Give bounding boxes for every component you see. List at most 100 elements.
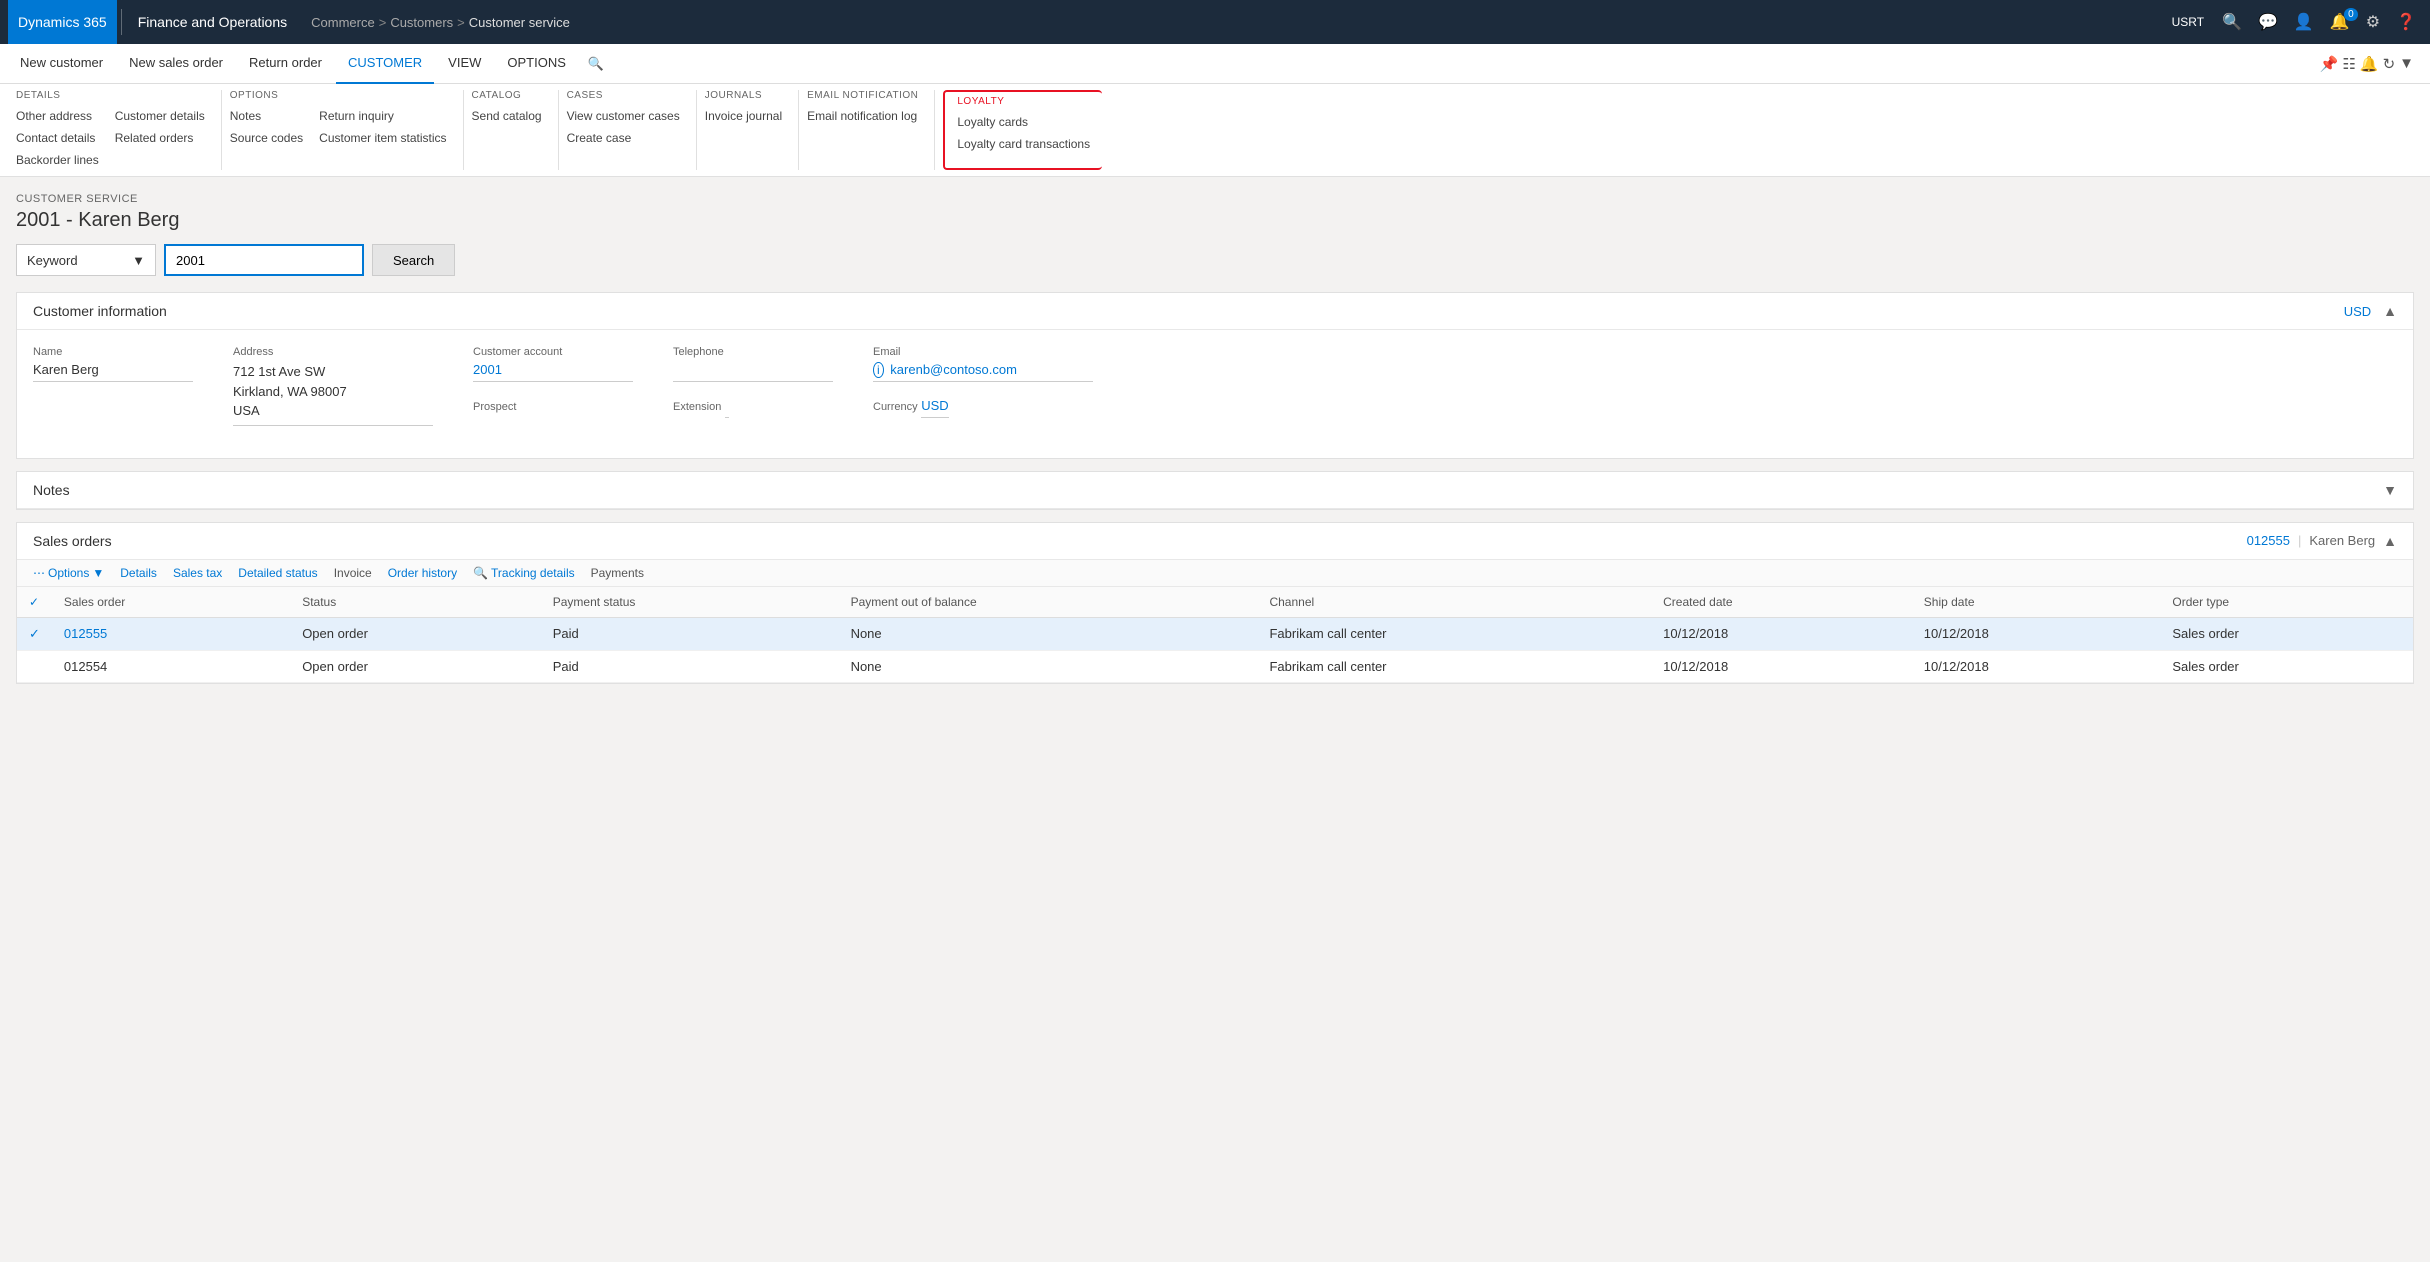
orders-tbody: ✓ 012555 Open order Paid None Fabrikam c…: [17, 617, 2413, 682]
ship-date: 10/12/2018: [1912, 650, 2161, 682]
group-title-options: OPTIONS: [230, 90, 447, 101]
currency-value[interactable]: USD: [921, 398, 948, 418]
row-checkbox[interactable]: [17, 650, 52, 682]
ribbon-item-invoice-journal[interactable]: Invoice journal: [705, 107, 782, 125]
keyword-dropdown[interactable]: Keyword ▼: [16, 244, 156, 276]
ribbon-group-cases: CASES View customer cases Create case: [559, 90, 697, 170]
page-title: 2001 - Karen Berg: [16, 209, 2414, 232]
notifications-icon[interactable]: 🔔 0: [2324, 12, 2356, 32]
name-label: Name: [33, 346, 193, 358]
email-value[interactable]: i karenb@contoso.com: [873, 362, 1093, 382]
address-value: 712 1st Ave SWKirkland, WA 98007USA: [233, 362, 433, 426]
details-action[interactable]: Details: [120, 566, 157, 580]
ribbon-item-source-codes[interactable]: Source codes: [230, 129, 303, 147]
notes-header[interactable]: Notes ▼: [17, 472, 2413, 509]
currency-label: Currency: [873, 401, 918, 413]
ribbon-item-return-inquiry[interactable]: Return inquiry: [319, 107, 446, 125]
ribbon-item-create-case[interactable]: Create case: [567, 129, 680, 147]
table-row[interactable]: ✓ 012555 Open order Paid None Fabrikam c…: [17, 617, 2413, 650]
sales-header-separator: |: [2298, 533, 2301, 548]
ribbon-group-loyalty: LOYALTY Loyalty cards Loyalty card trans…: [943, 90, 1102, 170]
notes-title: Notes: [33, 482, 2383, 498]
tab-new-customer[interactable]: New customer: [8, 44, 115, 84]
bell-icon[interactable]: 🔔: [2360, 55, 2379, 73]
breadcrumb-commerce[interactable]: Commerce: [311, 15, 375, 30]
payment-out-of-balance: None: [839, 650, 1258, 682]
tab-return-order[interactable]: Return order: [237, 44, 334, 84]
tracking-details-action[interactable]: 🔍 Tracking details: [473, 566, 575, 580]
group-title-cases: CASES: [567, 90, 680, 101]
group-title-journals: JOURNALS: [705, 90, 782, 101]
breadcrumb: Commerce > Customers > Customer service: [299, 15, 2163, 30]
sales-tax-action[interactable]: Sales tax: [173, 566, 222, 580]
order-number-012554: 012554: [52, 650, 290, 682]
row-checkbox[interactable]: ✓: [17, 617, 52, 650]
help-icon[interactable]: ❓: [2390, 12, 2422, 32]
customer-info-header[interactable]: Customer information USD ▲: [17, 293, 2413, 330]
chat-icon[interactable]: 💬: [2252, 12, 2284, 32]
sales-order-link[interactable]: 012555: [2247, 533, 2290, 548]
tab-view[interactable]: VIEW: [436, 44, 493, 84]
ribbon-search-icon[interactable]: 🔍: [580, 56, 612, 72]
customer-account-value[interactable]: 2001: [473, 362, 633, 382]
order-number-012555[interactable]: 012555: [52, 617, 290, 650]
pin-icon[interactable]: 📌: [2320, 55, 2339, 73]
select-all-checkbox[interactable]: ✓: [29, 595, 39, 609]
ribbon-item-customer-item-stats[interactable]: Customer item statistics: [319, 129, 446, 147]
section-label: CUSTOMER SERVICE: [16, 193, 2414, 205]
ribbon-content: DETAILS Other address Contact details Ba…: [0, 84, 2430, 176]
tracking-search-icon: 🔍: [473, 566, 488, 580]
sales-orders-header: Sales orders 012555 | Karen Berg ▲: [17, 523, 2413, 560]
table-row[interactable]: 012554 Open order Paid None Fabrikam cal…: [17, 650, 2413, 682]
expand-icon[interactable]: ▼: [2399, 55, 2414, 72]
orders-table: ✓ Sales order Status Payment status Paym…: [17, 587, 2413, 683]
search-input[interactable]: [164, 244, 364, 276]
ribbon-item-contact-details[interactable]: Contact details: [16, 129, 99, 147]
channel: Fabrikam call center: [1257, 650, 1651, 682]
ribbon-item-notes[interactable]: Notes: [230, 107, 303, 125]
customer-info-card: Customer information USD ▲ Name Karen Be…: [16, 292, 2414, 459]
top-navigation: Dynamics 365 Finance and Operations Comm…: [0, 0, 2430, 44]
search-icon[interactable]: 🔍: [2216, 12, 2248, 32]
payment-out-of-balance: None: [839, 617, 1258, 650]
tab-new-sales-order[interactable]: New sales order: [117, 44, 235, 84]
main-content: CUSTOMER SERVICE 2001 - Karen Berg Keywo…: [0, 177, 2430, 712]
ribbon-item-other-address[interactable]: Other address: [16, 107, 99, 125]
order-history-action[interactable]: Order history: [388, 566, 457, 580]
ribbon-item-loyalty-cards[interactable]: Loyalty cards: [957, 113, 1090, 131]
payments-action: Payments: [591, 566, 644, 580]
order-actions-toolbar: ⋯ Options ▼ Details Sales tax Detailed s…: [17, 560, 2413, 587]
prospect-label: Prospect: [473, 401, 516, 413]
th-payment-out-of-balance: Payment out of balance: [839, 587, 1258, 618]
windows-icon[interactable]: ☷: [2342, 55, 2355, 73]
ribbon-item-loyalty-card-transactions[interactable]: Loyalty card transactions: [957, 135, 1090, 153]
collapse-icon[interactable]: ▲: [2383, 303, 2397, 319]
details-items: Other address Contact details Backorder …: [16, 107, 205, 169]
settings-icon[interactable]: ⚙: [2360, 12, 2386, 32]
th-order-type: Order type: [2160, 587, 2413, 618]
ribbon-item-email-notification-log[interactable]: Email notification log: [807, 107, 917, 125]
ribbon-tabs: New customer New sales order Return orde…: [0, 44, 2430, 84]
search-button[interactable]: Search: [372, 244, 455, 276]
tab-customer[interactable]: CUSTOMER: [336, 44, 434, 84]
detailed-status-action[interactable]: Detailed status: [238, 566, 317, 580]
sales-collapse-icon[interactable]: ▲: [2383, 533, 2397, 549]
user-icon[interactable]: 👤: [2288, 12, 2320, 32]
th-payment-status: Payment status: [541, 587, 839, 618]
refresh-icon[interactable]: ↻: [2383, 55, 2396, 73]
notes-collapse-icon[interactable]: ▼: [2383, 482, 2397, 498]
order-status: Open order: [290, 650, 541, 682]
ribbon-item-related-orders[interactable]: Related orders: [115, 129, 205, 147]
brand-logo[interactable]: Dynamics 365: [8, 0, 117, 44]
email-label: Email: [873, 346, 1093, 358]
field-address: Address 712 1st Ave SWKirkland, WA 98007…: [233, 346, 433, 426]
ribbon-item-view-customer-cases[interactable]: View customer cases: [567, 107, 680, 125]
ribbon-right-icons: 📌 ☷ 🔔 ↻ ▼: [2312, 55, 2422, 73]
tab-options[interactable]: OPTIONS: [495, 44, 578, 84]
customer-account-label: Customer account: [473, 346, 633, 358]
ribbon-item-send-catalog[interactable]: Send catalog: [472, 107, 542, 125]
breadcrumb-customers[interactable]: Customers: [390, 15, 453, 30]
ribbon-item-backorder-lines[interactable]: Backorder lines: [16, 151, 99, 169]
ribbon-item-customer-details[interactable]: Customer details: [115, 107, 205, 125]
options-action[interactable]: ⋯ Options ▼: [33, 566, 104, 580]
